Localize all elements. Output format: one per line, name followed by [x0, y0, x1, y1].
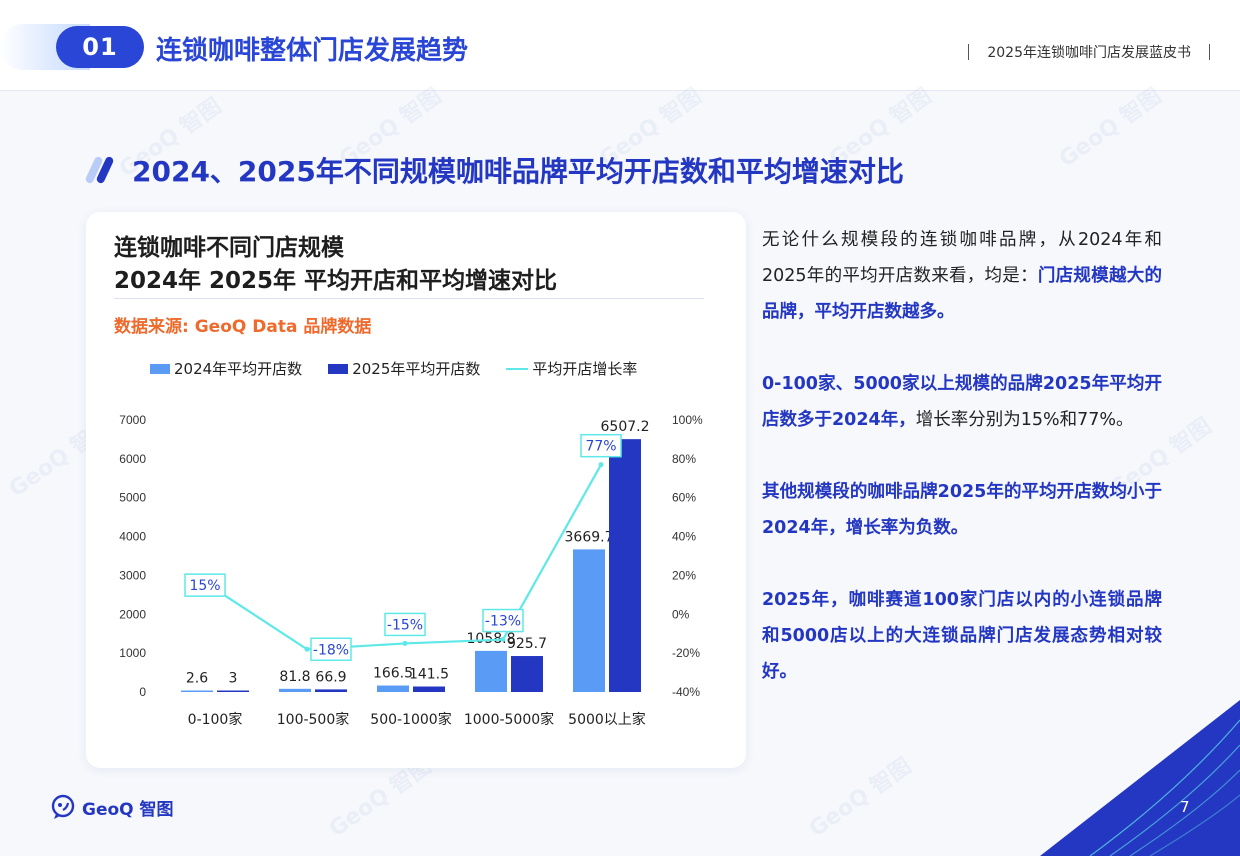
- corner-decoration: [1040, 700, 1240, 856]
- page-number: 7: [1180, 798, 1190, 816]
- footer-logo: GeoQ 智图: [50, 794, 174, 820]
- footer-logo-text: GeoQ 智图: [82, 799, 174, 820]
- geoq-logo-icon: [51, 794, 75, 819]
